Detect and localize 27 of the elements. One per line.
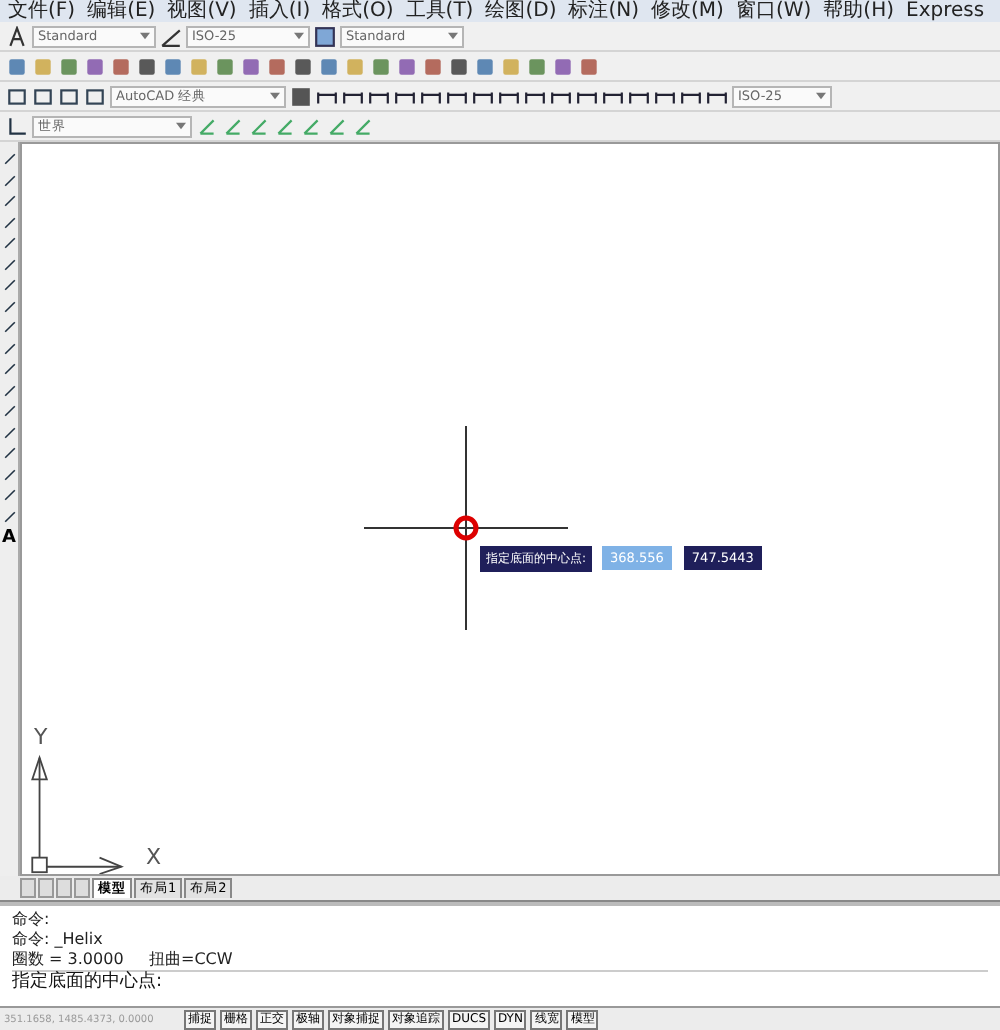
caret-icon xyxy=(270,92,280,100)
line-icon[interactable] xyxy=(1,171,17,189)
menu-item[interactable]: 帮助(H) xyxy=(823,0,894,22)
menu-item[interactable]: 视图(V) xyxy=(167,0,237,22)
command-history-line: 命令: _Helix xyxy=(12,930,105,950)
menu-item[interactable]: 工具(T) xyxy=(405,0,474,22)
menu-item[interactable]: 绘图(D) xyxy=(485,0,557,22)
caret-icon xyxy=(816,92,826,100)
command-input-field[interactable]: 指定底面的中心点: xyxy=(12,970,988,994)
text-tool-icon[interactable]: A xyxy=(2,528,16,548)
caret-icon xyxy=(448,32,458,40)
menu-item[interactable]: Express xyxy=(906,0,985,22)
menu-item[interactable]: 修改(M) xyxy=(651,0,724,22)
caret-icon xyxy=(176,122,186,130)
command-history-line: 圈数 = 3.0000 扭曲=CCW xyxy=(12,950,235,970)
table-style-icon[interactable] xyxy=(314,25,336,47)
x-axis-label: X xyxy=(146,844,162,870)
command-history-line: 命令: xyxy=(12,910,52,930)
caret-icon xyxy=(294,32,304,40)
dimension-style-icon[interactable] xyxy=(160,25,182,47)
line-icon[interactable] xyxy=(1,150,17,168)
menu-item[interactable]: 格式(O) xyxy=(322,0,394,22)
menu-item[interactable]: 插入(I) xyxy=(248,0,311,22)
menu-item[interactable]: 编辑(E) xyxy=(87,0,156,22)
y-axis-label: Y xyxy=(34,724,48,750)
text-style-icon[interactable] xyxy=(6,25,28,47)
caret-icon xyxy=(140,32,150,40)
